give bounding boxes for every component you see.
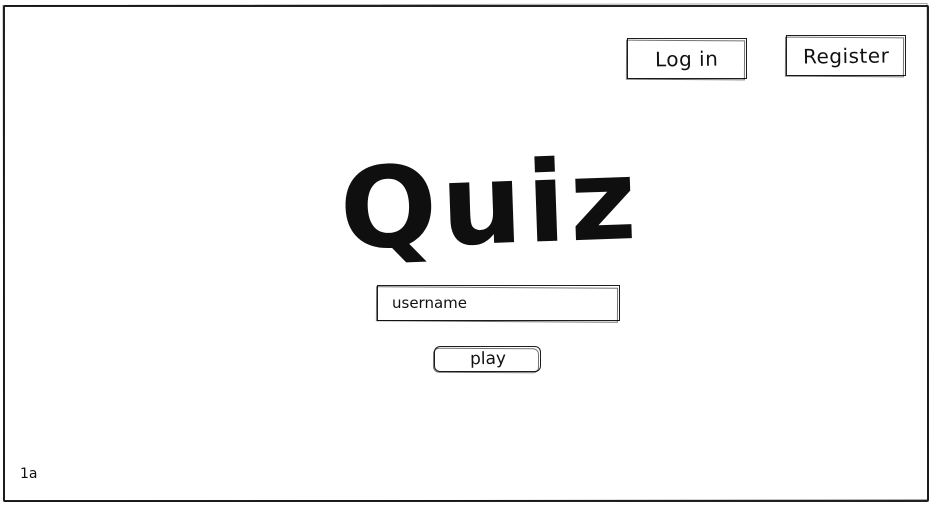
login-button[interactable]: Log in [627, 38, 747, 79]
play-button-label: play [469, 348, 506, 370]
register-button-label: Register [802, 42, 890, 69]
page-title: Quiz [337, 134, 643, 275]
play-button[interactable]: play [434, 346, 541, 372]
screen-id-label: 1a [20, 466, 38, 482]
username-field[interactable] [377, 285, 620, 321]
username-input[interactable] [392, 294, 602, 312]
login-button-label: Log in [655, 46, 719, 71]
register-button[interactable]: Register [786, 35, 906, 76]
